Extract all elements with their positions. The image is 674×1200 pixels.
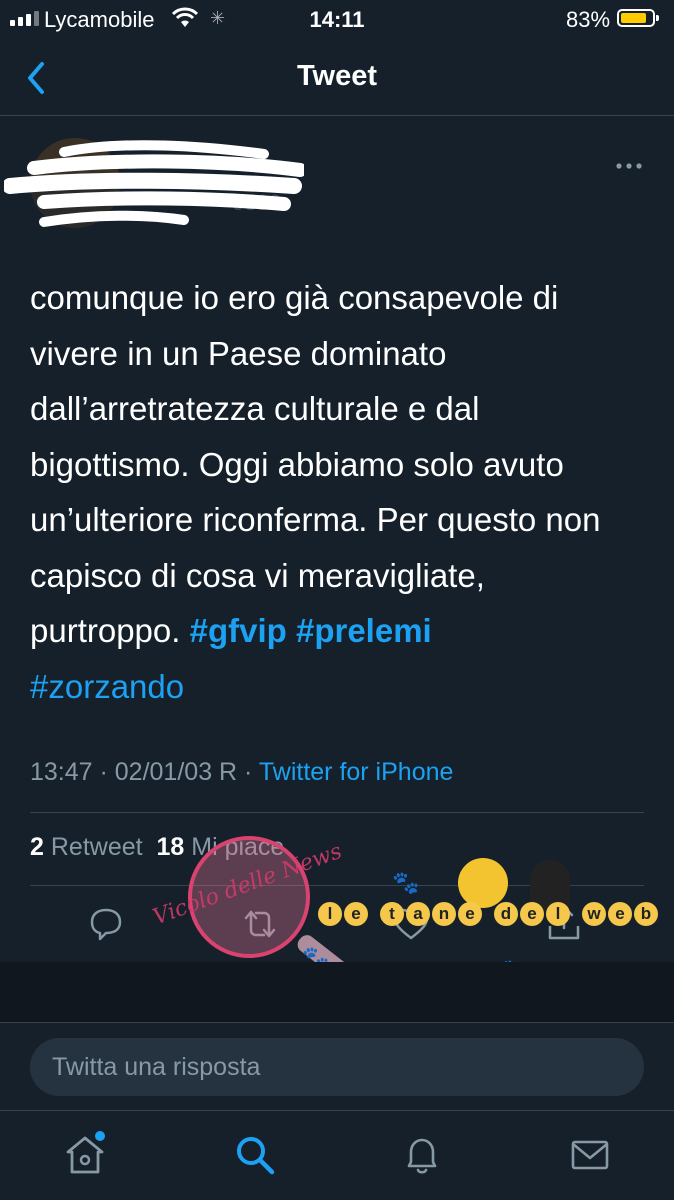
tweet-line: vivere in un Paese dominato <box>30 334 447 372</box>
paw-print-icon: 🐾 <box>392 870 420 895</box>
divider <box>0 1022 674 1023</box>
hashtag-link[interactable]: #prelemi <box>296 612 432 649</box>
hashtag-link[interactable]: #gfvip <box>190 612 287 649</box>
divider <box>30 812 644 813</box>
tweet-line: #zorzando <box>30 659 660 715</box>
tweet-line: capisco di cosa vi meravigliate, <box>30 556 485 594</box>
tweet-line: dall’arretratezza culturale e dal <box>30 390 480 427</box>
like-count[interactable]: 18 <box>156 833 184 861</box>
tweet-line: bigottismo. Oggi abbiamo solo avuto <box>30 445 564 483</box>
retweet-label[interactable]: Retweet <box>51 833 143 861</box>
reply-icon[interactable] <box>84 902 128 946</box>
watermark-letters: le tane del web <box>318 902 658 926</box>
more-options-icon[interactable] <box>615 158 643 174</box>
redaction-scribble <box>4 140 304 227</box>
battery-percent: 83% <box>566 7 611 32</box>
search-icon[interactable] <box>230 1130 280 1180</box>
section-spacer <box>0 962 674 1022</box>
watermark-girl-blonde-icon <box>458 858 508 908</box>
retweet-count[interactable]: 2 <box>30 833 44 861</box>
messages-envelope-icon[interactable] <box>565 1130 615 1180</box>
tweet-line: un’ulteriore riconferma. Per questo non <box>30 501 601 538</box>
notifications-bell-icon[interactable] <box>397 1130 447 1180</box>
reply-input[interactable] <box>30 1038 612 1096</box>
tweet-source-link[interactable]: Twitter for iPhone <box>259 758 454 786</box>
tweet-line-text: purtroppo. <box>30 612 181 649</box>
home-icon[interactable] <box>60 1130 110 1180</box>
tweet-meta: 13:47 · 02/01/03 R · Twitter for iPhone <box>30 758 453 787</box>
divider <box>0 1110 674 1111</box>
hashtag-link[interactable]: #zorzando <box>30 668 184 705</box>
battery-icon <box>617 9 659 27</box>
page-title: Tweet <box>296 60 378 92</box>
reply-box[interactable] <box>30 1038 644 1096</box>
tweet-text: comunque io ero già consapevole di viver… <box>30 270 660 714</box>
divider <box>0 115 674 116</box>
tweet-line: comunque io ero già consapevole di <box>30 279 559 316</box>
tweet-timestamp: 13:47 · 02/01/03 R · <box>30 758 253 786</box>
tweet-line: purtroppo. #gfvip #prelemi <box>30 603 660 659</box>
status-bar: Lycamobile ✳ 14:11 83% <box>0 0 674 38</box>
